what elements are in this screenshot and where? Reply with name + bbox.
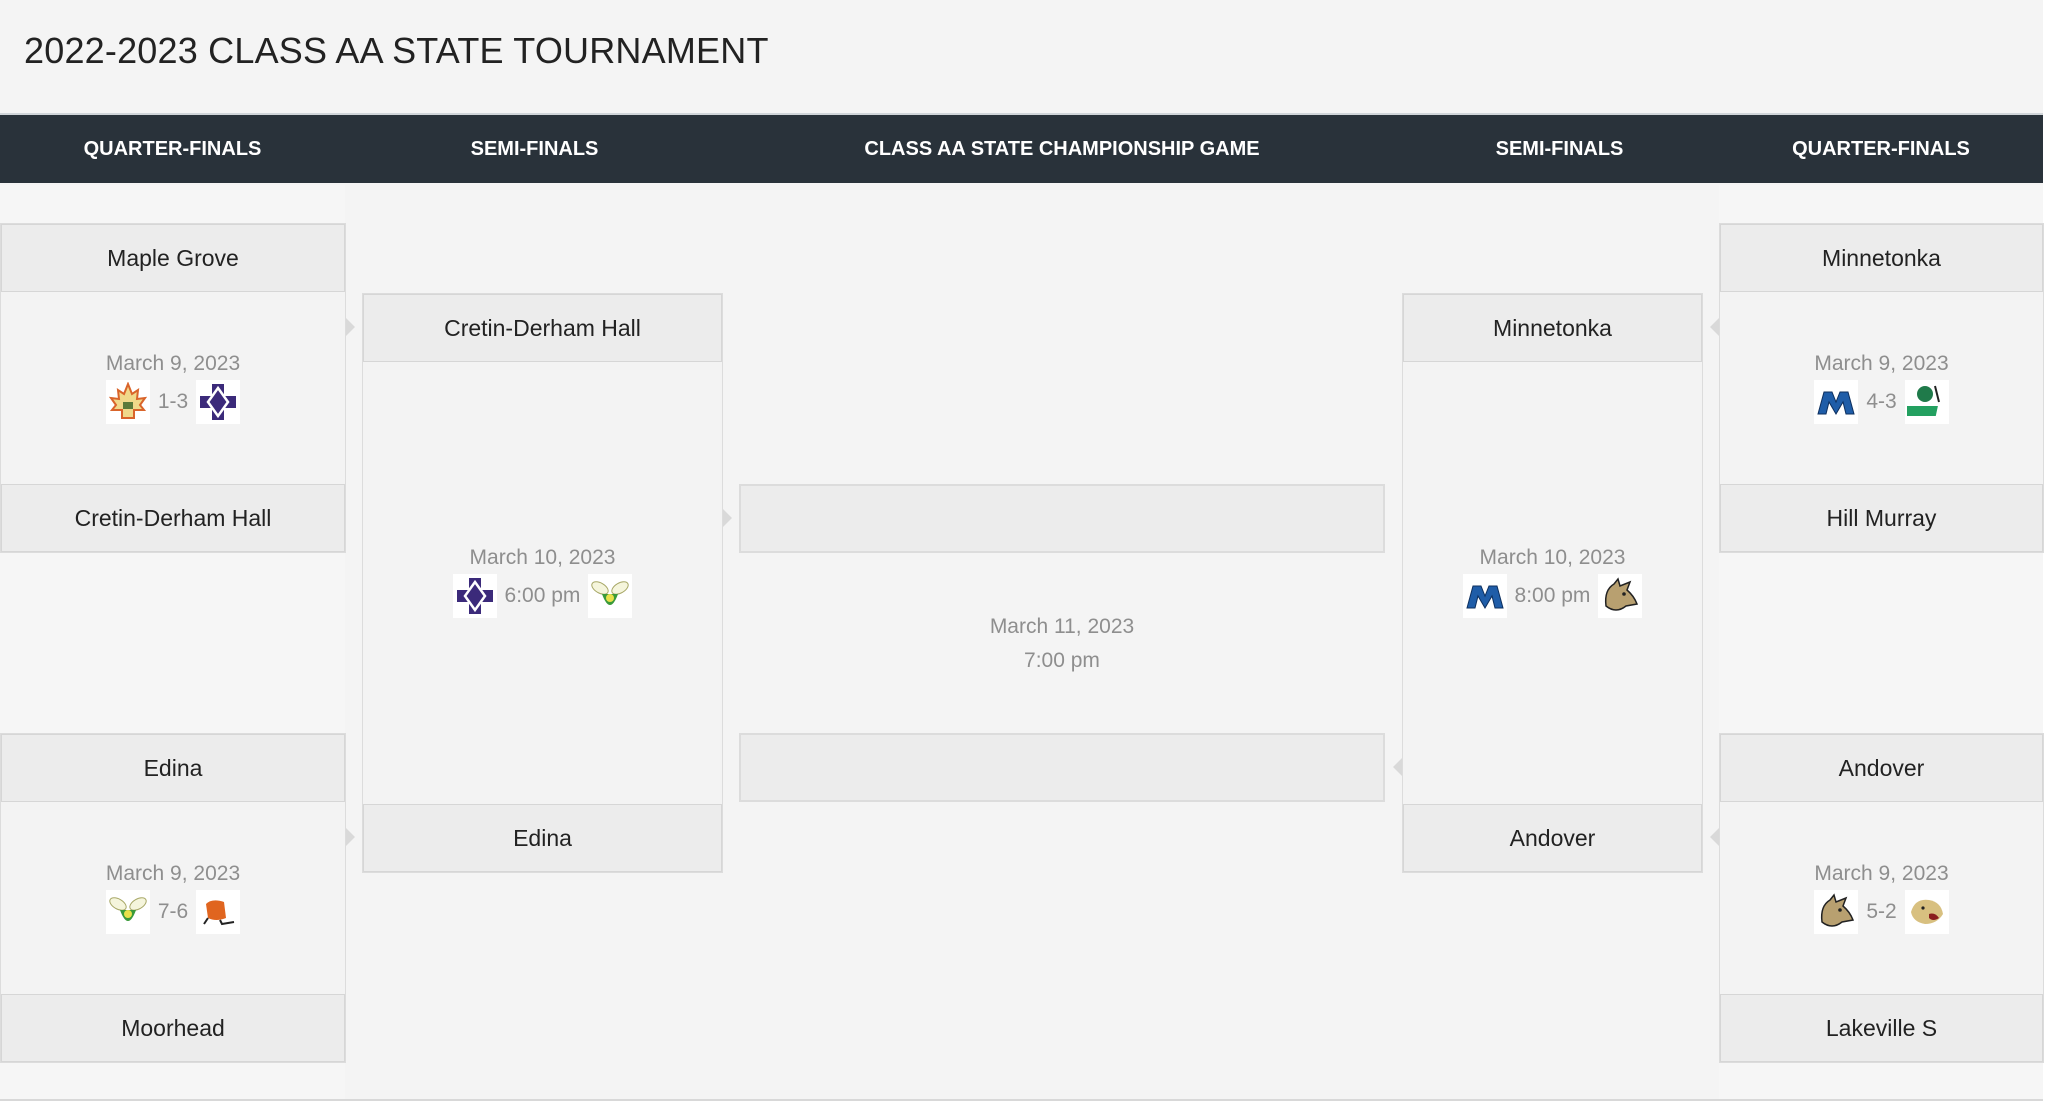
team-row[interactable]: Andover	[1720, 734, 2043, 802]
cdh-cross-logo-icon	[196, 380, 241, 424]
minnetonka-m-logo-icon	[1462, 574, 1507, 618]
cougar-logo-icon	[1904, 890, 1949, 934]
connector-arrow-icon	[346, 318, 355, 336]
matchup-qf-right-1[interactable]: Minnetonka March 9, 2023 4-3 Hill Murray	[1719, 223, 2044, 553]
matchup-qf-right-2[interactable]: Andover March 9, 2023 5-2 Lakeville S	[1719, 733, 2044, 1063]
round-header-championship: CLASS AA STATE CHAMPIONSHIP GAME	[864, 138, 1260, 160]
hornet-logo-icon	[105, 890, 150, 934]
husky-logo-icon	[1598, 574, 1643, 618]
connector-arrow-icon	[723, 509, 732, 527]
match-date: March 11, 2023	[989, 615, 1135, 638]
connector-arrow-icon	[1393, 758, 1402, 776]
match-date: March 9, 2023	[105, 352, 241, 375]
matchup-sf-left[interactable]: Cretin-Derham Hall March 10, 2023 6:00 p…	[362, 293, 723, 873]
maple-leaf-logo-icon	[105, 380, 150, 424]
bracket-page: 2022-2023 CLASS AA STATE TOURNAMENT QUAR…	[0, 0, 2044, 1101]
matchup-sf-right[interactable]: Minnetonka March 10, 2023 8:00 pm Andove…	[1402, 293, 1703, 873]
husky-logo-icon	[1814, 890, 1859, 934]
final-slot-top[interactable]	[739, 484, 1385, 553]
team-row[interactable]: Cretin-Derham Hall	[1, 484, 345, 552]
match-info: March 9, 2023 1-3	[1, 352, 345, 424]
matchup-qf-left-2[interactable]: Edina March 9, 2023 7-6 Moorhead	[0, 733, 346, 1063]
match-date: March 9, 2023	[1814, 862, 1949, 885]
match-score: 7-6	[157, 900, 189, 923]
hornet-logo-icon	[588, 574, 633, 618]
match-date: March 9, 2023	[105, 862, 241, 885]
team-row[interactable]: Lakeville S	[1720, 994, 2043, 1062]
pioneers-logo-icon	[1904, 380, 1949, 424]
team-row[interactable]: Minnetonka	[1403, 294, 1702, 362]
match-info: March 9, 2023 4-3	[1720, 352, 2043, 424]
team-row[interactable]: Minnetonka	[1720, 224, 2043, 292]
spud-logo-icon	[196, 890, 241, 934]
connector-arrow-icon	[1710, 828, 1719, 846]
team-row[interactable]: Edina	[1, 734, 345, 802]
team-row[interactable]: Hill Murray	[1720, 484, 2043, 552]
match-score: 1-3	[157, 390, 189, 413]
round-header-semifinals-right: SEMI-FINALS	[1495, 138, 1624, 160]
cdh-cross-logo-icon	[452, 574, 497, 618]
match-date: March 9, 2023	[1814, 352, 1949, 375]
match-score: 5-2	[1866, 900, 1897, 923]
match-time: 6:00 pm	[504, 584, 581, 607]
final-slot-bottom[interactable]	[739, 733, 1385, 802]
team-row[interactable]: Edina	[363, 804, 722, 872]
match-score: 4-3	[1866, 390, 1897, 413]
match-time: 7:00 pm	[1024, 649, 1100, 672]
match-info: March 10, 2023 6:00 pm	[363, 546, 722, 618]
team-row[interactable]: Moorhead	[1, 994, 345, 1062]
page-title: 2022-2023 CLASS AA STATE TOURNAMENT	[24, 30, 769, 71]
match-time: 8:00 pm	[1514, 584, 1591, 607]
minnetonka-m-logo-icon	[1814, 380, 1859, 424]
connector-arrow-icon	[346, 828, 355, 846]
team-row[interactable]: Andover	[1403, 804, 1702, 872]
match-date: March 10, 2023	[1479, 546, 1626, 569]
connector-arrow-icon	[1710, 318, 1719, 336]
match-info: March 9, 2023 7-6	[1, 862, 345, 934]
team-row[interactable]: Maple Grove	[1, 224, 345, 292]
final-match-info: March 11, 2023 7:00 pm	[739, 610, 1385, 678]
match-date: March 10, 2023	[469, 546, 616, 569]
round-header-quarterfinals-left: QUARTER-FINALS	[83, 138, 262, 160]
match-info: March 9, 2023 5-2	[1720, 862, 2043, 934]
round-header-bar: QUARTER-FINALS SEMI-FINALS CLASS AA STAT…	[0, 113, 2043, 183]
match-info: March 10, 2023 8:00 pm	[1403, 546, 1702, 618]
team-row[interactable]: Cretin-Derham Hall	[363, 294, 722, 362]
round-header-quarterfinals-right: QUARTER-FINALS	[1792, 138, 1970, 160]
matchup-qf-left-1[interactable]: Maple Grove March 9, 2023 1-3 Cretin-Der…	[0, 223, 346, 553]
round-header-semifinals-left: SEMI-FINALS	[470, 138, 599, 160]
